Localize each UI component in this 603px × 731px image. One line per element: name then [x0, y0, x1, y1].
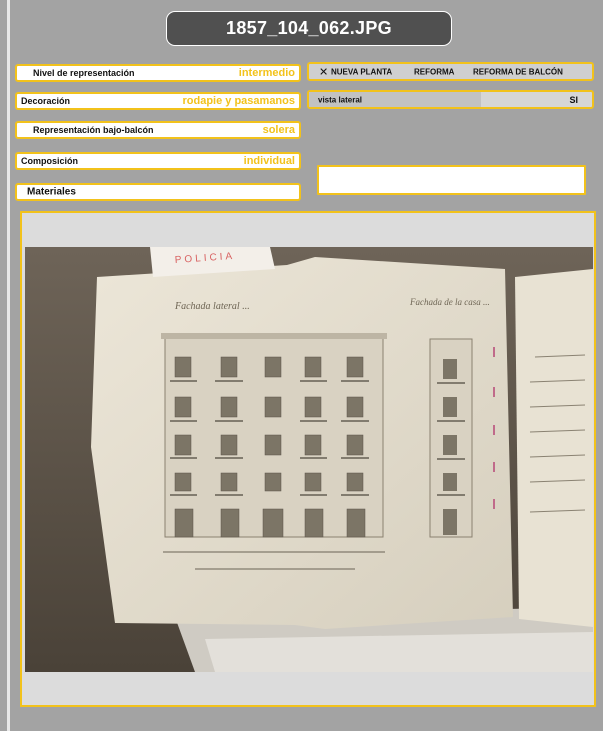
decoracion-value: rodapie y pasamanos	[182, 95, 296, 107]
option-nueva-planta[interactable]: NUEVA PLANTA	[331, 67, 392, 76]
tipo-obra-bar[interactable]: ✕ NUEVA PLANTA REFORMA REFORMA DE BALCÓN	[307, 62, 594, 81]
composicion-value: individual	[243, 155, 295, 167]
heading-right-script: Fachada de la casa ...	[409, 297, 490, 307]
vista-lateral-label: vista lateral	[318, 95, 363, 104]
decoracion-field[interactable]: Decoración rodapie y pasamanos	[15, 92, 301, 110]
document-photo: POLICIA Fachada lateral ... Fachada de l…	[25, 247, 593, 672]
option-reforma-balcon[interactable]: REFORMA DE BALCÓN	[473, 67, 563, 76]
vista-lateral-bar[interactable]: vista lateral SI	[307, 90, 594, 109]
option-reforma[interactable]: REFORMA	[414, 67, 454, 76]
heading-left-script: Fachada lateral ...	[174, 301, 250, 312]
materiales-label: Materiales	[27, 186, 76, 198]
notes-box[interactable]	[317, 165, 586, 195]
materiales-field[interactable]: Materiales	[15, 183, 301, 201]
nivel-representacion-field[interactable]: Nivel de representación intermedio	[15, 64, 301, 82]
bajo-balcon-field[interactable]: Representación bajo-balcón solera	[15, 121, 301, 139]
decoracion-label: Decoración	[21, 96, 71, 106]
file-title: 1857_104_062.JPG	[166, 11, 452, 46]
nivel-representacion-value: intermedio	[238, 67, 295, 79]
left-rule	[7, 0, 10, 731]
bajo-balcon-label: Representación bajo-balcón	[33, 125, 154, 135]
selected-mark-icon: ✕	[319, 66, 329, 78]
bajo-balcon-value: solera	[262, 124, 295, 136]
nivel-representacion-label: Nivel de representación	[33, 68, 135, 78]
vista-lateral-value: SI	[569, 94, 578, 105]
composicion-field[interactable]: Composición individual	[15, 152, 301, 170]
composicion-label: Composición	[21, 156, 79, 166]
document-photo-drawing: POLICIA Fachada lateral ... Fachada de l…	[25, 247, 593, 672]
